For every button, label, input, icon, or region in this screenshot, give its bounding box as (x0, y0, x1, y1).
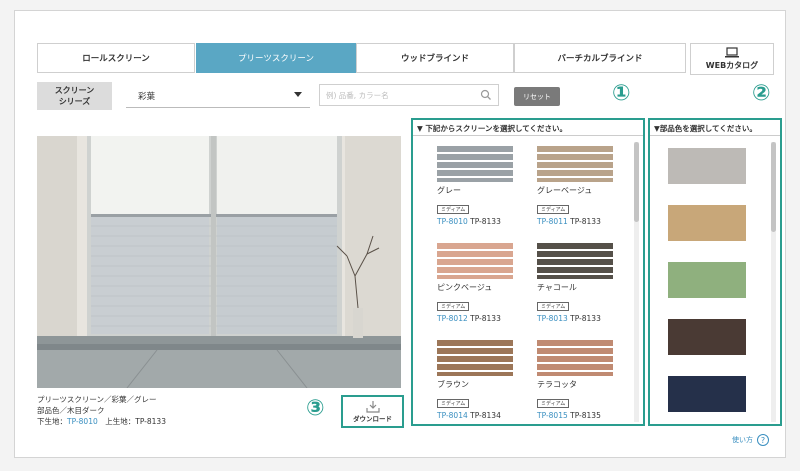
search-input[interactable]: 例) 品番, カラー名 (319, 84, 499, 106)
screen-option-name: ピンクベージュ (437, 283, 493, 292)
annotation-marker-3: ③ (306, 396, 325, 421)
question-icon: ? (757, 434, 769, 446)
upper-fabric-code: TP-8133 (467, 217, 501, 226)
fabric-swatch (537, 340, 613, 376)
parts-color-heading: ▼部品色を選択してください。 (650, 120, 780, 136)
help-label: 使い方 (732, 436, 753, 444)
upper-fabric-code: TP-8135 (567, 411, 601, 420)
download-button[interactable]: ダウンロード (341, 395, 404, 428)
screen-option-name: テラコッタ (537, 380, 577, 389)
lower-fabric-code[interactable]: TP-8015 (537, 411, 568, 420)
upper-fabric-code: TP-8134 (467, 411, 501, 420)
opacity-badge: ミディアム (437, 399, 470, 408)
upper-fabric-code: TP-8133 (467, 314, 501, 323)
parts-color-swatch[interactable] (668, 376, 746, 412)
caption-parts-color: 部品色／木目ダーク (37, 406, 105, 415)
web-catalog-label: WEBカタログ (705, 61, 759, 70)
parts-color-panel: ▼部品色を選択してください。 (648, 118, 782, 426)
screen-option-codes: TP-8012 TP-8133 (437, 314, 535, 323)
screen-option[interactable]: グレーミディアム TP-8010 TP-8133 (435, 146, 535, 236)
screen-panel-heading: ▼ 下記からスクリーンを選択してください。 (413, 120, 643, 136)
fabric-swatch (537, 146, 613, 182)
lower-fabric-code[interactable]: TP-8014 (437, 411, 468, 420)
screen-option-codes: TP-8013 TP-8133 (537, 314, 633, 323)
parts-color-swatch[interactable] (668, 205, 746, 241)
screen-panel-scrollbar[interactable] (634, 142, 639, 422)
tab-pleats-screen[interactable]: プリーツスクリーン (196, 43, 356, 73)
search-placeholder: 例) 品番, カラー名 (326, 90, 389, 100)
screen-option[interactable]: グレーベージュ ミディアム TP-8011 TP-8133 (535, 146, 633, 236)
screen-option-name: グレー (437, 186, 461, 195)
web-catalog-button[interactable]: WEBカタログ (690, 43, 774, 75)
chevron-down-icon (294, 92, 302, 97)
opacity-badge: ミディアム (437, 302, 470, 311)
screen-option-codes: TP-8014 TP-8134 (437, 411, 535, 420)
series-selected-value: 彩葉 (138, 91, 156, 102)
annotation-marker-1: ① (612, 81, 631, 106)
lower-fabric-code[interactable]: TP-8013 (537, 314, 568, 323)
tab-vertical-blind[interactable]: バーチカルブラインド (514, 43, 686, 73)
download-icon (365, 401, 380, 413)
reset-button[interactable]: リセット (514, 87, 560, 106)
parts-color-swatch[interactable] (668, 262, 746, 298)
parts-color-swatch[interactable] (668, 148, 746, 184)
opacity-badge: ミディアム (537, 399, 570, 408)
help-link[interactable]: 使い方 ? (732, 434, 769, 446)
color-panel-scrollbar[interactable] (771, 142, 776, 422)
screen-option[interactable]: チャコールミディアム TP-8013 TP-8133 (535, 243, 633, 333)
opacity-badge: ミディアム (537, 205, 570, 214)
caption-product: プリーツスクリーン／彩葉／グレー (37, 395, 157, 404)
screen-option[interactable]: ピンクベージュ ミディアム TP-8012 TP-8133 (435, 243, 535, 333)
lower-fabric-link[interactable]: TP-8010 (67, 417, 98, 426)
series-select[interactable]: 彩葉 (126, 84, 310, 108)
caption-fabric-codes: 下生地：TP-8010 上生地：TP-8133 (37, 417, 166, 426)
selection-caption: プリーツスクリーン／彩葉／グレー 部品色／木目ダーク 下生地：TP-8010 上… (37, 394, 166, 427)
screen-option-codes: TP-8011 TP-8133 (537, 217, 633, 226)
screen-option-name: ブラウン (437, 380, 469, 389)
screen-selection-panel: ▼ 下記からスクリーンを選択してください。 グレー ミディアム TP-8010 TP… (411, 118, 645, 426)
upper-fabric-code: TP-8133 (567, 217, 601, 226)
fabric-swatch (437, 340, 513, 376)
parts-color-swatch[interactable] (668, 319, 746, 355)
laptop-icon (725, 47, 739, 58)
screen-option[interactable]: テラコッタミディアム TP-8015 TP-8135 (535, 340, 633, 424)
tab-wood-blind[interactable]: ウッドブラインド (356, 43, 514, 73)
screen-series-label: スクリーン シリーズ (37, 82, 112, 110)
search-icon (480, 89, 491, 100)
download-label: ダウンロード (353, 415, 392, 423)
upper-fabric-code: TP-8133 (567, 314, 601, 323)
screen-option-name: グレーベージュ (537, 186, 593, 195)
fabric-swatch (437, 146, 513, 182)
lower-fabric-code[interactable]: TP-8012 (437, 314, 468, 323)
lower-fabric-code[interactable]: TP-8010 (437, 217, 468, 226)
screen-option-codes: TP-8015 TP-8135 (537, 411, 633, 420)
tab-roll-screen[interactable]: ロールスクリーン (37, 43, 195, 73)
screen-option-name: チャコール (537, 283, 577, 292)
fabric-swatch (537, 243, 613, 279)
fabric-swatch (437, 243, 513, 279)
room-preview-image (37, 136, 401, 388)
opacity-badge: ミディアム (537, 302, 570, 311)
screen-option[interactable]: ブラウンミディアム TP-8014 TP-8134 (435, 340, 535, 424)
lower-fabric-code[interactable]: TP-8011 (537, 217, 568, 226)
screen-swatch-grid: グレー ミディアム TP-8010 TP-8133 グレーベージュ ミディアム TP-80… (417, 140, 633, 424)
annotation-marker-2: ② (752, 81, 771, 106)
opacity-badge: ミディアム (437, 205, 470, 214)
screen-option-codes: TP-8010 TP-8133 (437, 217, 535, 226)
